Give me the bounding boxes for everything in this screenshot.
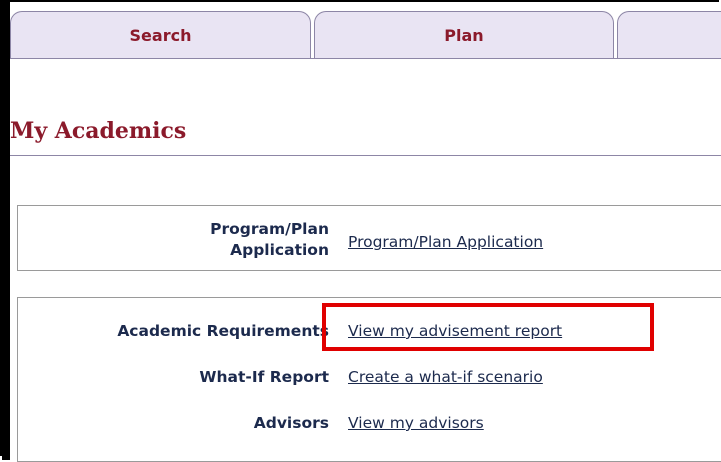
title-divider [10, 155, 721, 156]
highlight-box [322, 303, 654, 351]
tab-plan-label: Plan [444, 26, 484, 45]
page-title: My Academics [10, 118, 187, 144]
program-plan-label-line2: Application [230, 241, 329, 259]
tab-bar-divider [10, 58, 721, 59]
program-plan-label-line1: Program/Plan [210, 220, 329, 238]
tab-search[interactable]: Search [10, 11, 311, 59]
academic-requirements-label: Academic Requirements [117, 322, 329, 340]
program-plan-application-link[interactable]: Program/Plan Application [348, 231, 543, 253]
view-advisors-link[interactable]: View my advisors [348, 412, 484, 434]
tab-plan[interactable]: Plan [314, 11, 614, 59]
tab-bar: Search Plan [10, 11, 721, 59]
what-if-report-label: What-If Report [199, 368, 329, 386]
advisors-label: Advisors [253, 414, 329, 432]
program-plan-section: Program/Plan Application Program/Plan Ap… [17, 205, 721, 271]
tab-next[interactable] [617, 11, 721, 59]
create-what-if-link[interactable]: Create a what-if scenario [348, 366, 543, 388]
tab-search-label: Search [129, 26, 192, 45]
